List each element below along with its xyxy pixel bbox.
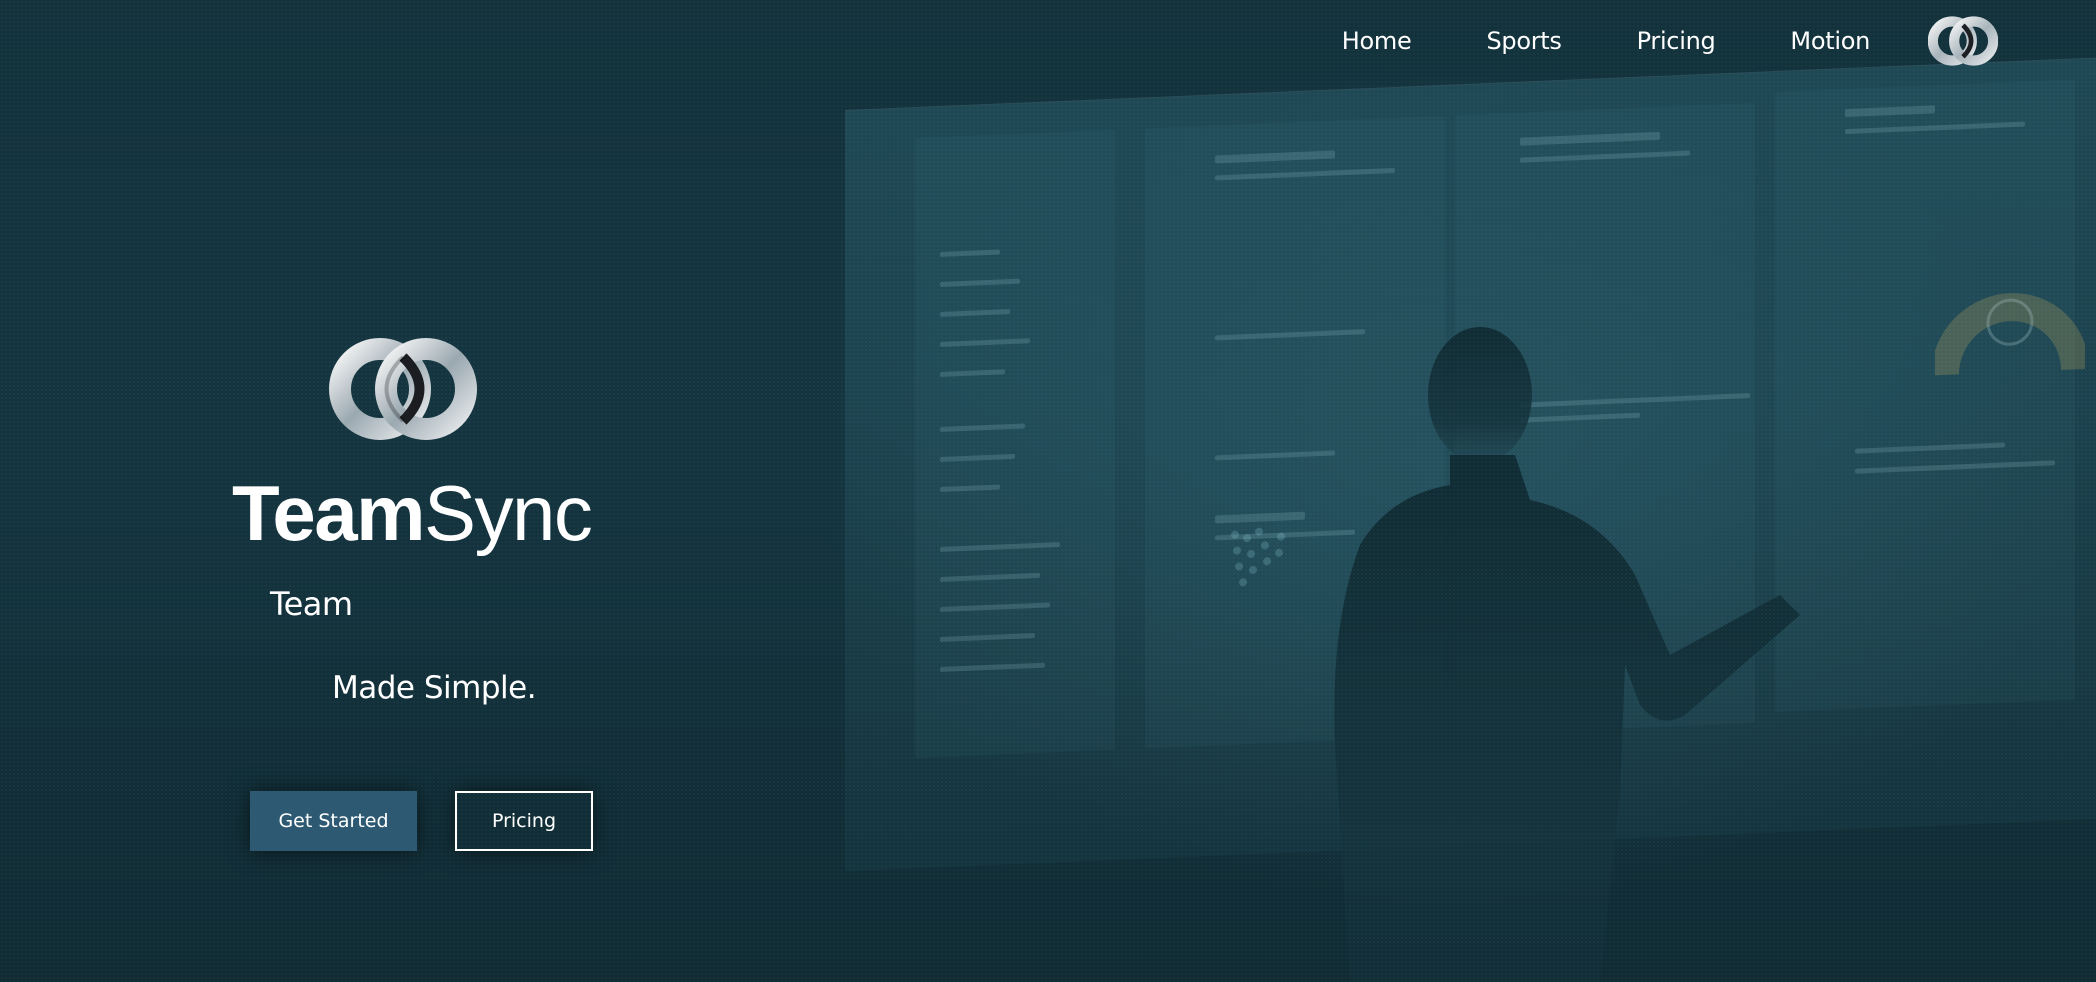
nav-link-motion[interactable]: Motion — [1790, 27, 1870, 55]
landing-page: Home Sports Pricing Motion TeamSync Team… — [0, 0, 2096, 982]
teamsync-hero-logo-icon — [329, 338, 477, 440]
brand-name-light: Sync — [423, 469, 593, 557]
get-started-button[interactable]: Get Started — [250, 791, 417, 851]
teamsync-logo-icon[interactable] — [1928, 15, 1998, 67]
nav-link-sports[interactable]: Sports — [1486, 27, 1561, 55]
tagline-line-1: Team — [270, 585, 353, 623]
brand-name-bold: Team — [232, 469, 425, 557]
top-navigation: Home Sports Pricing Motion — [1267, 16, 1998, 66]
presenter-silhouette-image — [1334, 327, 1800, 982]
brand-name: TeamSync — [232, 474, 593, 552]
nav-link-pricing[interactable]: Pricing — [1637, 27, 1716, 55]
tagline-line-2: Made Simple. — [332, 670, 537, 706]
nav-link-home[interactable]: Home — [1342, 27, 1412, 55]
pricing-button[interactable]: Pricing — [455, 791, 593, 851]
